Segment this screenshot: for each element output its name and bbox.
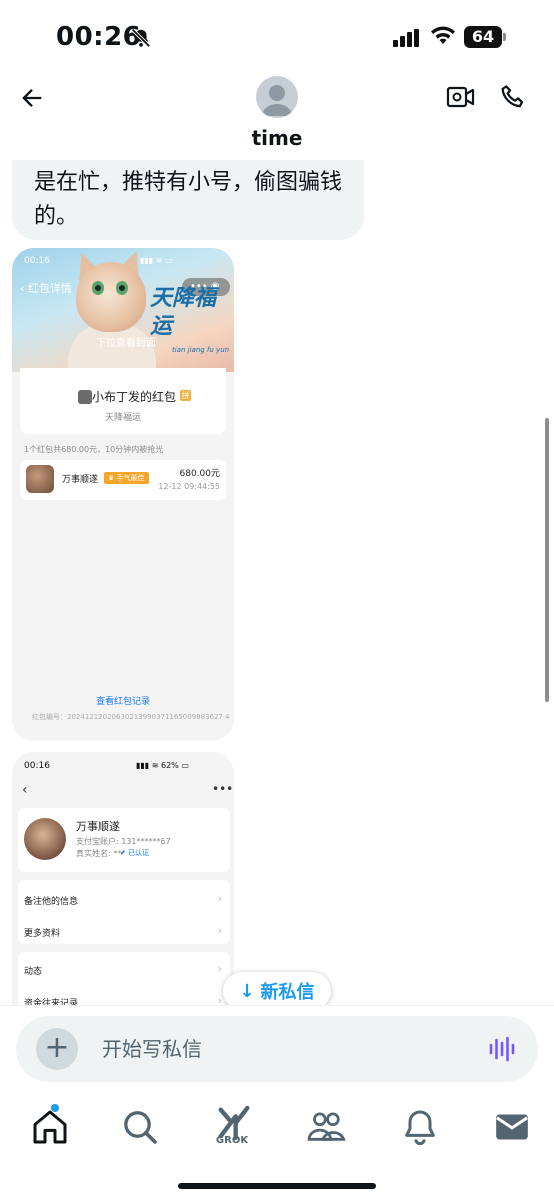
profile-avatar <box>24 818 66 860</box>
cellular-signal-icon <box>393 29 419 47</box>
receiver-avatar <box>26 465 54 493</box>
sender-title: 小布丁发的红包 <box>91 390 176 404</box>
battery-icon: 64 <box>464 26 506 48</box>
profile-screenshot[interactable]: 00:16 ▮▮▮ ≋ 62% ▭ ‹ ••• 万事顺遂 支付宝账户: 131*… <box>12 752 234 1005</box>
verified-badge: ✔ 已认证 <box>120 849 150 857</box>
default-avatar-icon <box>262 85 292 116</box>
arrow-down-icon: ↓ <box>239 980 255 1002</box>
serial-number: 红包编号：20241212020630213990371165009883627… <box>32 713 230 721</box>
mini-status-time: 00:16 <box>24 761 50 771</box>
chevron-right-icon: › <box>217 994 222 1005</box>
status-time: 00:26 <box>56 22 142 52</box>
phone-call-icon[interactable] <box>498 82 528 112</box>
profile-card: 万事顺遂 支付宝账户: 131******67 真实姓名: *** ✔ 已认证 <box>18 808 230 872</box>
pin-badge: 拼 <box>180 390 191 401</box>
cat-eyes-icon <box>92 281 128 295</box>
home-indicator <box>178 1183 376 1189</box>
calligraphy-text: 天降福运 <box>150 285 217 339</box>
receive-time: 12-12 09:44:55 <box>158 482 220 491</box>
chevron-right-icon: › <box>217 892 222 905</box>
pinyin-text: tian jiang fu yun <box>172 346 230 354</box>
grok-label: GROK <box>215 1135 249 1146</box>
conversation-header: time <box>0 60 554 160</box>
mini-status-icons: ▮▮▮ ≋ ▭ <box>140 256 173 265</box>
receiver-row: 万事顺遂 ♛ 手气最佳 680.00元 12-12 09:44:55 <box>20 460 226 500</box>
list-item: 资金往来记录 <box>24 999 79 1005</box>
composer-bar: + <box>0 1005 554 1091</box>
chevron-right-icon: › <box>217 924 222 937</box>
bell-slash-icon <box>131 28 151 48</box>
wifi-icon <box>431 26 455 44</box>
luck-badge: ♛ 手气最佳 <box>104 472 149 484</box>
notifications-bell-icon[interactable] <box>400 1107 440 1147</box>
messages-envelope-icon[interactable] <box>492 1107 532 1147</box>
chevron-right-icon: › <box>217 962 222 975</box>
notification-dot <box>51 1104 59 1112</box>
battery-level: 64 <box>471 27 495 46</box>
profile-name: 万事顺遂 <box>76 820 120 833</box>
voice-message-icon[interactable] <box>488 1036 516 1062</box>
profile-real-name: 真实姓名: *** <box>76 849 126 858</box>
mini-back-icon: ‹ <box>22 782 28 798</box>
communities-icon[interactable] <box>306 1107 346 1147</box>
list-item: 动态 <box>24 967 43 977</box>
sender-card: 小布丁发的红包 拼 天降福运 <box>20 368 226 434</box>
amount: 680.00元 <box>179 469 221 479</box>
red-packet-page-title: ‹ 红包详情 <box>20 282 72 295</box>
home-icon[interactable] <box>30 1107 70 1147</box>
back-arrow-icon[interactable] <box>18 84 46 112</box>
tab-bar: GROK <box>0 1091 554 1200</box>
red-packet-screenshot[interactable]: 00:16 ▮▮▮ ≋ ▭ ‹ 红包详情 ••• ◉ 天降福运 tian jia… <box>12 248 234 741</box>
search-icon[interactable] <box>120 1107 160 1147</box>
video-call-icon[interactable] <box>446 84 476 110</box>
add-media-button[interactable]: + <box>36 1028 78 1070</box>
red-packet-summary: 1个红包共680.00元，10分钟内被抢光 <box>24 445 164 454</box>
list-item: 备注他的信息 <box>24 897 79 907</box>
record-link: 查看红包记录 <box>95 697 150 707</box>
mini-more-icon: ••• <box>212 782 234 796</box>
receiver-name: 万事顺遂 <box>62 475 99 485</box>
profile-account: 支付宝账户: 131******67 <box>76 837 171 846</box>
mini-status-time: 00:16 <box>24 256 50 266</box>
conversation-title[interactable]: time <box>0 126 554 150</box>
conversation-area[interactable]: 是在忙，推特有小号，偷图骗钱的。 00:16 ▮▮▮ ≋ ▭ ‹ 红包详情 ••… <box>0 160 554 1005</box>
new-message-label: 新私信 <box>260 982 315 1003</box>
blessing-text: 天降福运 <box>104 413 141 423</box>
scrollbar[interactable] <box>545 418 549 702</box>
message-bubble[interactable]: 是在忙，推特有小号，偷图骗钱的。 <box>12 160 364 240</box>
profile-list-1: 备注他的信息 › 更多资料 › <box>18 880 230 944</box>
message-input[interactable] <box>102 1016 462 1082</box>
composer: + <box>16 1016 538 1082</box>
pull-hint: 下拉查看封面 <box>96 338 156 349</box>
list-item: 更多资料 <box>24 929 61 939</box>
avatar[interactable] <box>256 76 298 118</box>
mini-status-battery: ▮▮▮ ≋ 62% ▭ <box>136 761 189 770</box>
profile-list-2: 动态 › 资金往来记录 › <box>18 952 230 1005</box>
